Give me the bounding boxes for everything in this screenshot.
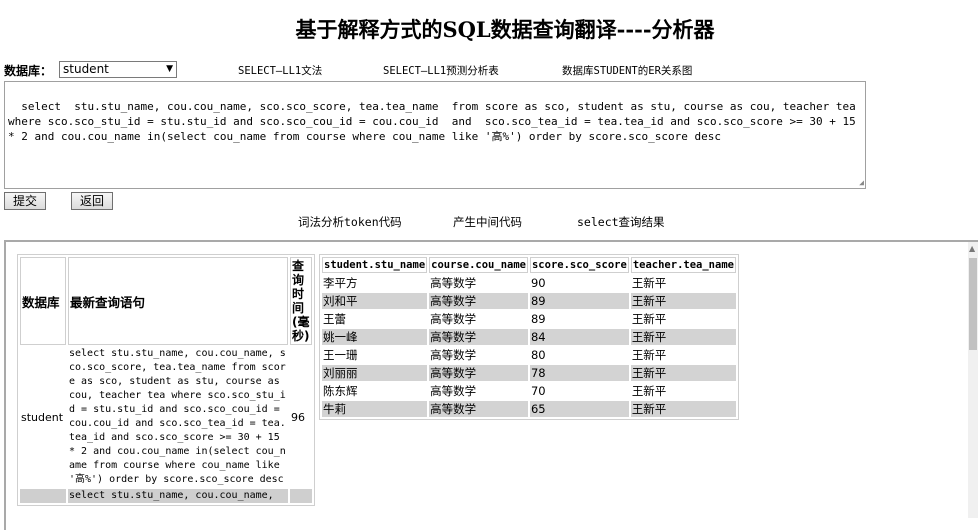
scroll-up-arrow-icon[interactable]: ▲: [969, 244, 975, 253]
sql-query-text: select stu.stu_name, cou.cou_name, sco.s…: [8, 100, 863, 143]
table-row: 牛莉 高等数学 65 王新平: [322, 401, 736, 417]
history-db-cell: [20, 489, 66, 503]
sql-query-textarea[interactable]: select stu.stu_name, cou.cou_name, sco.s…: [4, 81, 866, 189]
result-cell: 陈东辉: [323, 384, 358, 398]
result-cell: 89: [530, 312, 546, 326]
result-header-cou-name: course.cou_name: [429, 257, 528, 273]
result-cell: 高等数学: [430, 348, 477, 362]
result-header-stu-name: student.stu_name: [322, 257, 428, 273]
link-select-results[interactable]: select查询结果: [577, 214, 665, 230]
submit-button[interactable]: 提交: [4, 192, 46, 210]
result-cell: 牛莉: [322, 401, 428, 417]
result-cell: 王新平: [631, 312, 667, 326]
result-cell: 65: [529, 401, 629, 417]
vertical-scrollbar[interactable]: ▲: [968, 242, 978, 518]
result-cell: 王新平: [630, 365, 736, 381]
result-cell: 王新平: [630, 329, 736, 345]
dropdown-arrow-icon: ▼: [166, 64, 173, 74]
result-cell: 高等数学: [429, 401, 528, 417]
result-cell: 高等数学: [430, 384, 477, 398]
history-time-cell: 96: [291, 410, 305, 424]
result-cell: 王新平: [630, 401, 736, 417]
query-history-table: 数据库 最新查询语句 查询时间(毫秒) student select stu.s…: [17, 254, 315, 506]
history-header-time: 查询时间(毫秒): [290, 257, 312, 345]
database-select-value: student: [63, 62, 109, 76]
page-title: 基于解释方式的SQL数据查询翻译----分析器: [295, 17, 715, 42]
result-cell: 王新平: [631, 276, 667, 290]
history-header-db: 数据库: [20, 257, 66, 345]
database-label: 数据库：: [4, 64, 53, 78]
table-row: 王一珊 高等数学 80 王新平: [322, 347, 736, 363]
result-cell: 高等数学: [429, 365, 528, 381]
result-cell: 78: [529, 365, 629, 381]
result-cell: 70: [530, 384, 546, 398]
link-er-diagram[interactable]: 数据库STUDENT的ER关系图: [562, 63, 692, 78]
result-cell: 高等数学: [430, 312, 477, 326]
result-cell: 王新平: [630, 293, 736, 309]
result-cell: 李平方: [323, 276, 358, 290]
history-time-cell: [290, 489, 312, 503]
table-row: 刘和平 高等数学 89 王新平: [322, 293, 736, 309]
table-row: student select stu.stu_name, cou.cou_nam…: [20, 347, 312, 487]
history-query-cell: select stu.stu_name, cou.cou_name, sco.s…: [69, 348, 286, 485]
result-cell: 王蕾: [323, 312, 346, 326]
history-query-cell: select stu.stu_name, cou.cou_name,: [68, 489, 288, 503]
link-intermediate-code[interactable]: 产生中间代码: [453, 214, 522, 230]
query-results-table: student.stu_name course.cou_name score.s…: [319, 254, 739, 420]
result-cell: 王一珊: [323, 348, 358, 362]
result-cell: 刘丽丽: [322, 365, 428, 381]
table-row: 刘丽丽 高等数学 78 王新平: [322, 365, 736, 381]
result-cell: 89: [529, 293, 629, 309]
table-row: 李平方 高等数学 90 王新平: [322, 275, 736, 291]
link-ll1-grammar[interactable]: SELECT—LL1文法: [238, 63, 322, 78]
resize-grip-icon[interactable]: ◢: [859, 179, 864, 187]
result-cell: 王新平: [631, 348, 667, 362]
scrollbar-thumb[interactable]: [969, 258, 977, 350]
database-select[interactable]: student ▼: [59, 61, 177, 78]
history-header-query: 最新查询语句: [68, 257, 288, 345]
result-cell: 王新平: [631, 384, 667, 398]
result-cell: 高等数学: [429, 329, 528, 345]
result-cell: 高等数学: [429, 293, 528, 309]
history-db-cell: student: [21, 410, 64, 424]
result-cell: 80: [530, 348, 546, 362]
result-header-sco-score: score.sco_score: [529, 257, 629, 273]
result-cell: 高等数学: [430, 276, 477, 290]
table-row: 姚一峰 高等数学 84 王新平: [322, 329, 736, 345]
link-ll1-parse-table[interactable]: SELECT—LL1预测分析表: [383, 63, 499, 78]
table-row: 王蕾 高等数学 89 王新平: [322, 311, 736, 327]
back-button[interactable]: 返回: [71, 192, 113, 210]
result-header-tea-name: teacher.tea_name: [630, 257, 736, 273]
result-cell: 刘和平: [322, 293, 428, 309]
result-cell: 84: [529, 329, 629, 345]
link-lexical-tokens[interactable]: 词法分析token代码: [298, 214, 402, 230]
result-cell: 姚一峰: [322, 329, 428, 345]
table-row: select stu.stu_name, cou.cou_name,: [20, 489, 312, 503]
table-row: 陈东辉 高等数学 70 王新平: [322, 383, 736, 399]
result-cell: 90: [530, 276, 546, 290]
